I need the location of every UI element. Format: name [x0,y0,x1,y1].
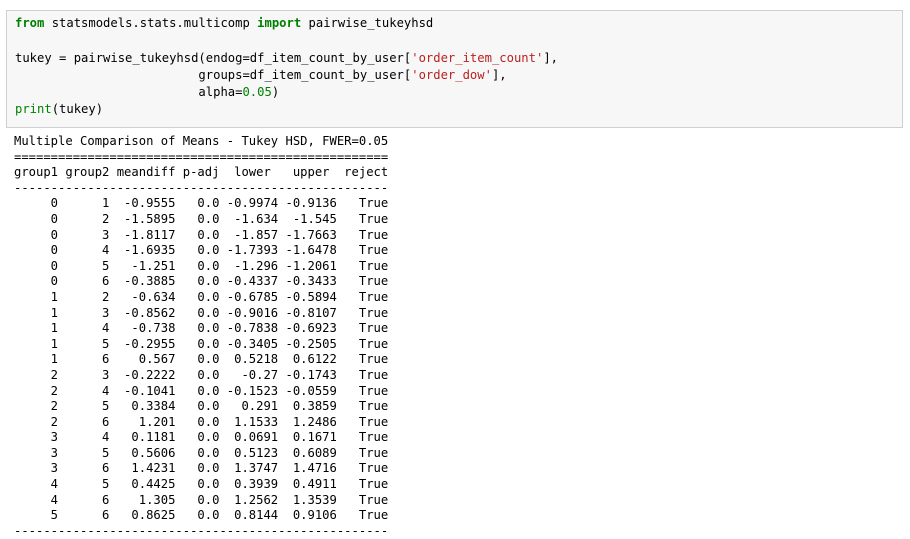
table-row: 2 6 1.201 0.0 1.1533 1.2486 True [14,414,389,429]
keyword-import: import [257,16,302,30]
string-literal: 'order_dow' [411,67,492,82]
table-row: 2 3 -0.2222 0.0 -0.27 -0.1743 True [14,367,389,382]
table-row: 0 6 -0.3885 0.0 -0.4337 -0.3433 True [14,274,389,289]
table-row: 0 2 -1.5895 0.0 -1.634 -1.545 True [14,211,389,226]
number-literal: 0.05 [242,85,272,100]
table-row: 0 4 -1.6935 0.0 -1.7393 -1.6478 True [14,243,389,258]
code-cell[interactable]: from statsmodels.stats.multicomp import … [6,10,903,128]
table-row: 4 6 1.305 0.0 1.2562 1.3539 True [14,492,389,507]
code-editor[interactable]: from statsmodels.stats.multicomp import … [15,15,558,119]
code-text: ) [271,85,280,100]
table-rule-double: ========================================… [14,149,389,164]
table-row: 2 5 0.3384 0.0 0.291 0.3859 True [14,399,389,414]
table-row: 1 6 0.567 0.0 0.5218 0.6122 True [14,352,389,367]
table-row: 0 3 -1.8117 0.0 -1.857 -1.7663 True [14,227,389,242]
table-header: group1 group2 meandiff p-adj lower upper… [14,165,389,180]
table-row: 3 6 1.4231 0.0 1.3747 1.4716 True [14,461,389,476]
code-text: statsmodels.stats.multicomp [44,16,258,30]
cell-output: Multiple Comparison of Means - Tukey HSD… [14,134,388,539]
keyword-from: from [15,16,45,30]
table-row: 4 5 0.4425 0.0 0.3939 0.4911 True [14,477,389,492]
table-row: 3 5 0.5606 0.0 0.5123 0.6089 True [14,445,389,460]
table-row: 1 2 -0.634 0.0 -0.6785 -0.5894 True [14,289,389,304]
code-text: (tukey) [51,102,104,117]
table-row: 2 4 -0.1041 0.0 -0.1523 -0.0559 True [14,383,389,398]
output-title: Multiple Comparison of Means - Tukey HSD… [14,134,389,148]
code-text: groups=df_item_count_by_user[ [15,67,412,82]
table-row: 3 4 0.1181 0.0 0.0691 0.1671 True [14,430,389,445]
table-body: 0 1 -0.9555 0.0 -0.9974 -0.9136 True 0 2… [14,196,389,523]
code-text: ], [543,50,558,65]
code-text: tukey = pairwise_tukeyhsd(endog=df_item_… [15,50,412,65]
table-row: 0 1 -0.9555 0.0 -0.9974 -0.9136 True [14,196,389,211]
code-text: ], [491,67,507,82]
table-row: 5 6 0.8625 0.0 0.8144 0.9106 True [14,508,389,523]
table-row: 1 3 -0.8562 0.0 -0.9016 -0.8107 True [14,305,389,320]
table-row: 1 5 -0.2955 0.0 -0.3405 -0.2505 True [14,336,389,351]
table-row: 1 4 -0.738 0.0 -0.7838 -0.6923 True [14,321,389,336]
string-literal: 'order_item_count' [411,50,544,65]
table-rule-bottom: ----------------------------------------… [14,523,389,538]
builtin-print: print [15,102,52,117]
code-text: pairwise_tukeyhsd [301,16,434,30]
table-row: 0 5 -1.251 0.0 -1.296 -1.2061 True [14,258,389,273]
code-text: alpha= [15,85,243,100]
table-rule-single: ----------------------------------------… [14,180,389,195]
